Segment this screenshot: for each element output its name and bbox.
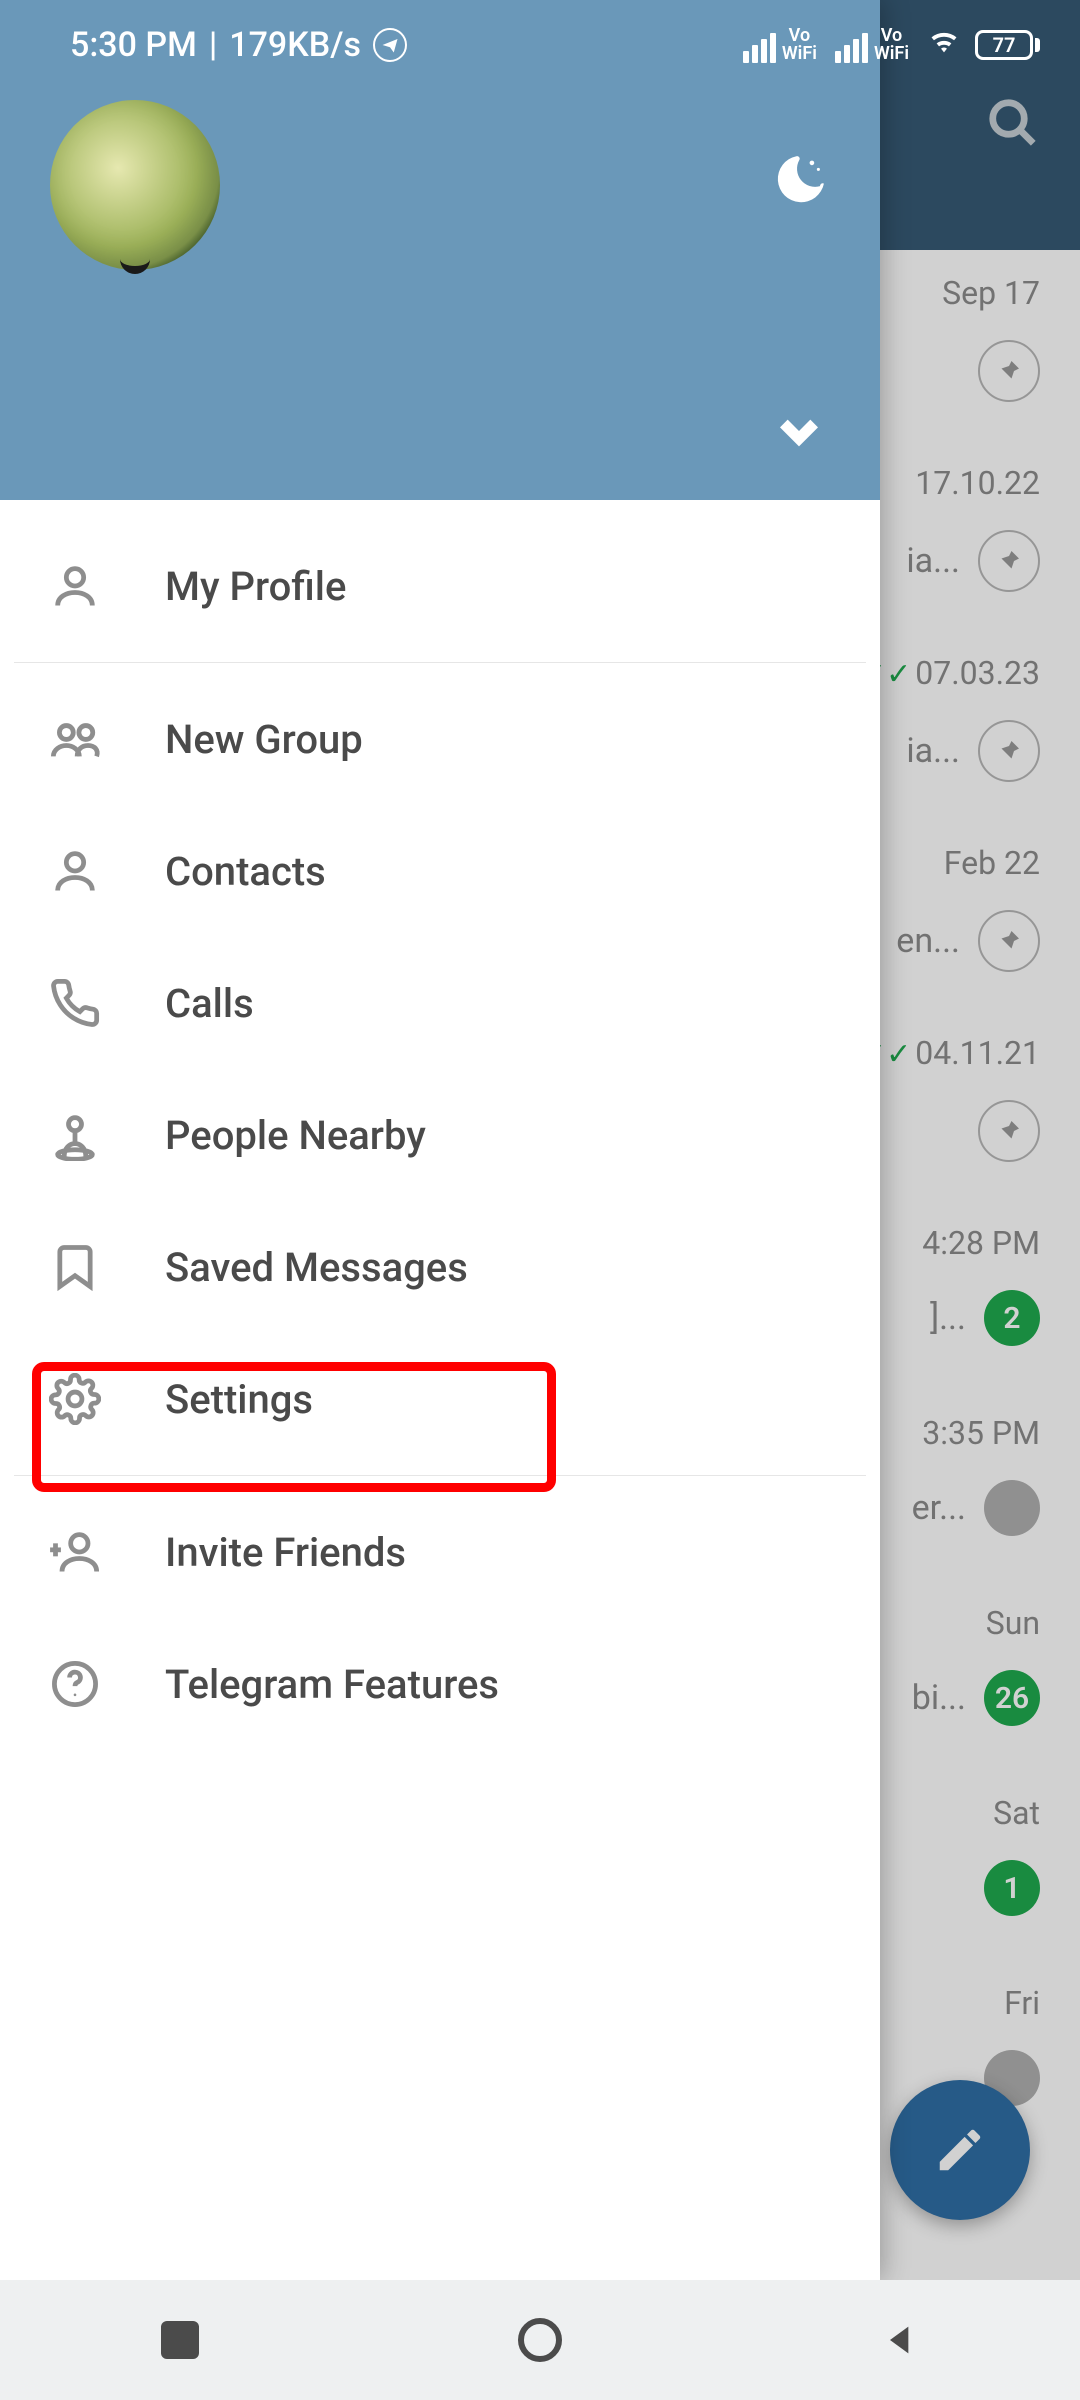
- menu-telegram-features[interactable]: Telegram Features: [0, 1618, 880, 1750]
- avatar[interactable]: [50, 100, 220, 270]
- signal-bars-icon: [835, 33, 868, 63]
- menu-label: Settings: [165, 1376, 313, 1423]
- battery-indicator: 77: [975, 30, 1040, 60]
- status-separator: |: [209, 25, 217, 65]
- signal-2: Vo WiFi: [835, 27, 913, 63]
- signal-bars-icon: [743, 33, 776, 63]
- menu-label: Saved Messages: [165, 1244, 468, 1291]
- bookmark-icon: [45, 1241, 105, 1293]
- nav-recents[interactable]: [150, 2310, 210, 2370]
- contact-icon: [45, 845, 105, 897]
- menu-label: My Profile: [165, 563, 346, 610]
- drawer-menu: My Profile New Group Contacts Calls: [0, 500, 880, 1770]
- add-user-icon: [45, 1526, 105, 1578]
- night-mode-toggle[interactable]: [768, 150, 830, 216]
- expand-accounts-toggle[interactable]: [773, 404, 825, 460]
- gear-icon: [45, 1373, 105, 1425]
- menu-calls[interactable]: Calls: [0, 937, 880, 1069]
- phone-icon: [45, 977, 105, 1029]
- status-right: Vo WiFi Vo WiFi 77: [743, 24, 1040, 67]
- system-nav-bar: [0, 2280, 1080, 2400]
- menu-label: Contacts: [165, 848, 326, 895]
- vowifi-label: Vo WiFi: [782, 27, 817, 63]
- nav-home[interactable]: [510, 2310, 570, 2370]
- menu-label: Telegram Features: [165, 1661, 499, 1708]
- menu-label: Invite Friends: [165, 1529, 406, 1576]
- group-icon: [45, 713, 105, 765]
- menu-people-nearby[interactable]: People Nearby: [0, 1069, 880, 1201]
- menu-settings[interactable]: Settings: [0, 1333, 880, 1465]
- status-bar: 5:30 PM | 179KB/s Vo WiFi Vo WiFi 77: [0, 0, 1080, 90]
- menu-invite-friends[interactable]: Invite Friends: [0, 1486, 880, 1618]
- divider: [14, 1475, 866, 1476]
- status-time: 5:30 PM: [70, 25, 197, 65]
- battery-pct: 77: [993, 33, 1016, 57]
- menu-label: People Nearby: [165, 1112, 426, 1159]
- help-icon: [45, 1658, 105, 1710]
- wifi-icon: [927, 24, 961, 67]
- menu-contacts[interactable]: Contacts: [0, 805, 880, 937]
- menu-label: Calls: [165, 980, 254, 1027]
- drawer-scrim[interactable]: [880, 0, 1080, 2280]
- nearby-icon: [45, 1109, 105, 1161]
- navigation-drawer: My Profile New Group Contacts Calls: [0, 0, 880, 2280]
- menu-my-profile[interactable]: My Profile: [0, 520, 880, 652]
- telegram-send-icon: [373, 28, 407, 62]
- divider: [14, 662, 866, 663]
- nav-back[interactable]: [870, 2310, 930, 2370]
- profile-icon: [45, 560, 105, 612]
- menu-saved-messages[interactable]: Saved Messages: [0, 1201, 880, 1333]
- status-net-speed: 179KB/s: [229, 25, 361, 65]
- signal-1: Vo WiFi: [743, 27, 821, 63]
- menu-label: New Group: [165, 716, 363, 763]
- status-left: 5:30 PM | 179KB/s: [70, 25, 407, 65]
- vowifi-label: Vo WiFi: [874, 27, 909, 63]
- menu-new-group[interactable]: New Group: [0, 673, 880, 805]
